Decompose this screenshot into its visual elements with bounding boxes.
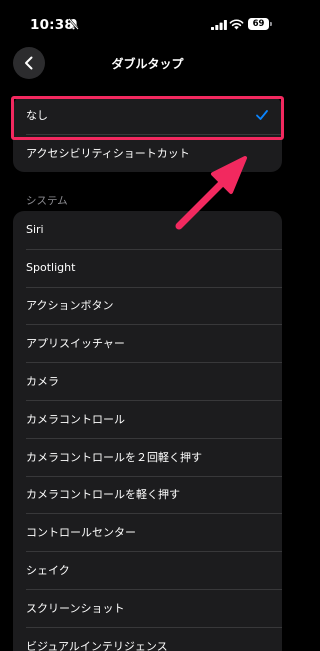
option-label: なし bbox=[26, 109, 48, 122]
system-item[interactable]: アプリスイッチャー bbox=[13, 324, 282, 362]
battery-tip bbox=[270, 22, 272, 26]
option-none[interactable]: なし bbox=[13, 96, 282, 134]
system-item[interactable]: コントロールセンター bbox=[13, 513, 282, 551]
system-item-label: アクションボタン bbox=[26, 299, 114, 313]
system-item-label: Spotlight bbox=[26, 261, 76, 275]
system-item[interactable]: ビジュアルインテリジェンス bbox=[13, 626, 282, 651]
status-bar: 10:38 69 bbox=[0, 0, 295, 44]
system-item[interactable]: Spotlight bbox=[13, 248, 282, 287]
system-item-label: カメラコントロールを軽く押す bbox=[26, 488, 180, 502]
option-accessibility-shortcut[interactable]: アクセシビリティショートカット bbox=[13, 134, 282, 172]
system-item-label: コントロールセンター bbox=[26, 526, 136, 540]
system-item-label: Siri bbox=[26, 223, 44, 237]
bell-off-icon bbox=[68, 18, 79, 30]
system-item[interactable]: Siri bbox=[13, 211, 282, 249]
system-item-label: アプリスイッチャー bbox=[26, 337, 125, 351]
section-header-system: システム bbox=[26, 195, 68, 207]
battery-level: 69 bbox=[248, 18, 269, 30]
system-item[interactable]: スクリーンショット bbox=[13, 588, 282, 627]
page-title: ダブルタップ bbox=[111, 57, 184, 71]
system-item-label: カメラコントロール bbox=[26, 412, 125, 426]
double-tap-options: なし アクセシビリティショートカット bbox=[13, 96, 282, 172]
system-item-label: カメラ bbox=[26, 375, 59, 389]
system-item[interactable]: カメラコントロールを軽く押す bbox=[13, 475, 282, 514]
system-options: Siri Spotlight アクションボタン アプリスイッチャー カメラ カメ… bbox=[13, 211, 282, 651]
system-item[interactable]: カメラコントロールを２回軽く押す bbox=[13, 437, 282, 476]
checkmark-icon bbox=[256, 110, 268, 120]
system-item[interactable]: カメラ bbox=[13, 362, 282, 400]
system-item[interactable]: シェイク bbox=[13, 551, 282, 589]
system-item-label: シェイク bbox=[26, 564, 70, 578]
wifi-icon bbox=[229, 19, 244, 30]
system-item-label: スクリーンショット bbox=[26, 601, 125, 615]
system-item[interactable]: カメラコントロール bbox=[13, 399, 282, 438]
system-item-label: カメラコントロールを２回軽く押す bbox=[26, 450, 202, 464]
signal-icon bbox=[211, 20, 227, 30]
option-label: アクセシビリティショートカット bbox=[26, 147, 190, 160]
system-item[interactable]: アクションボタン bbox=[13, 286, 282, 325]
